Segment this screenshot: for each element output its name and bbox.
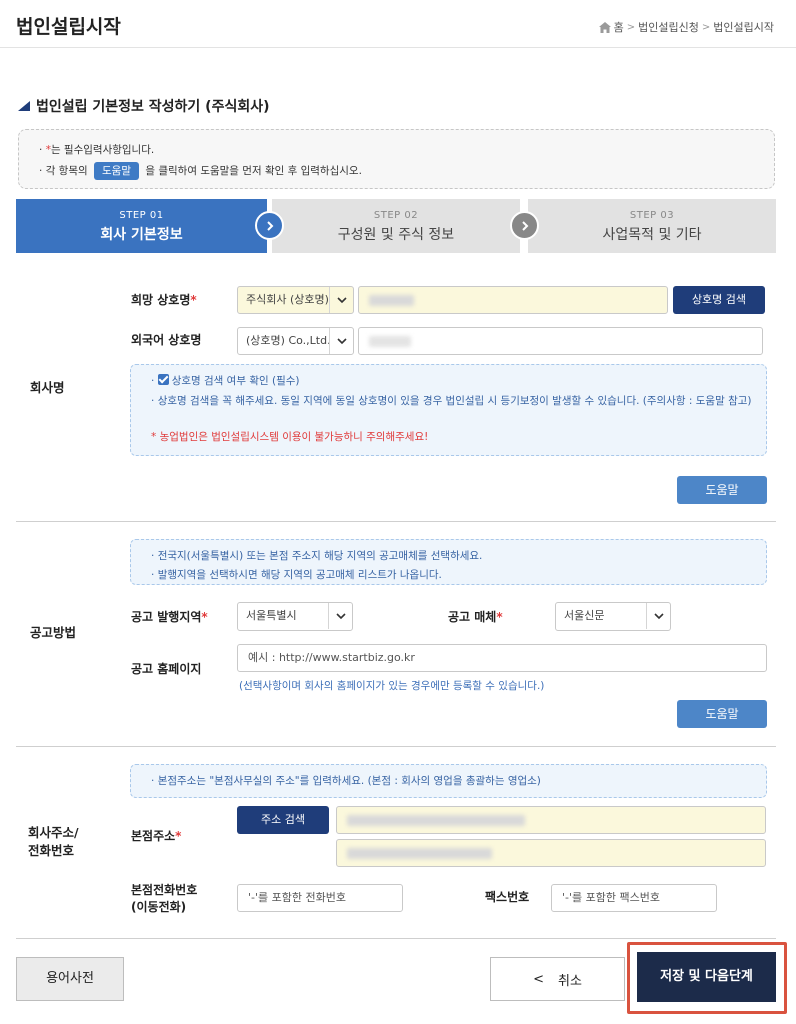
step-arrow-icon [255, 211, 284, 240]
breadcrumb-home[interactable]: 홈 [614, 19, 624, 35]
breadcrumb: 홈 > 법인설립신청 > 법인설립시작 [598, 19, 774, 35]
notice-line-help: · 각 항목의 도움말 을 클릭하여 도움말을 먼저 확인 후 입력하십시오. [39, 161, 774, 182]
redacted-text [347, 815, 525, 826]
redacted-text [369, 336, 411, 347]
section-announcement: 공고방법 · 전국지(서울특별시) 또는 본점 주소지 해당 지역의 공고매체를… [16, 521, 776, 746]
step-arrow-icon [510, 211, 539, 240]
label-region: 공고 발행지역* [131, 610, 208, 624]
label-foreign-name: 외국어 상호명 [131, 333, 202, 347]
section-label-address: 회사주소/ 전화번호 [28, 825, 79, 858]
step-progress: STEP 01 회사 기본정보 STEP 02 구성원 및 주식 정보 STEP… [16, 199, 776, 253]
section-label-company-name: 회사명 [30, 380, 65, 395]
desired-name-type-select[interactable]: 주식회사 (상호명) [237, 286, 354, 314]
redacted-text [369, 295, 414, 306]
desired-name-input[interactable] [358, 286, 668, 314]
address-info-box: · 본점주소는 "본점사무실의 주소"를 입력하세요. (본점 : 회사의 영업… [130, 764, 767, 798]
chevron-right-icon: > [701, 21, 711, 33]
label-media: 공고 매체* [448, 610, 503, 624]
notice-line-required: · *는 필수입력사항입니다. [39, 144, 155, 156]
chevron-down-icon [329, 328, 353, 354]
help-button-announcement[interactable]: 도움말 [677, 700, 767, 728]
name-search-button[interactable]: 상호명 검색 [673, 286, 765, 314]
section-company-name: 회사명 희망 상호명* 주식회사 (상호명) 상호명 검색 외국어 상호명 (상… [16, 265, 776, 521]
section-heading-text: 법인설립 기본정보 작성하기 (주식회사) [36, 99, 270, 115]
cancel-button[interactable]: < 취소 [490, 957, 625, 1001]
dictionary-button[interactable]: 용어사전 [16, 957, 124, 1001]
chevron-down-icon [646, 603, 670, 629]
step-2: STEP 02 구성원 및 주식 정보 [272, 199, 520, 253]
home-icon[interactable] [598, 21, 611, 33]
company-name-info-box: · 상호명 검색 여부 확인 (필수) · 상호명 검색을 꼭 해주세요. 동일… [130, 364, 767, 456]
page-title: 법인설립시작 [16, 16, 121, 38]
chevron-left-icon: < [533, 971, 544, 987]
save-next-button[interactable]: 저장 및 다음단계 [637, 952, 776, 1002]
section-address: 회사주소/ 전화번호 · 본점주소는 "본점사무실의 주소"를 입력하세요. (… [16, 746, 776, 938]
foreign-name-input[interactable] [358, 327, 763, 355]
homepage-hint: (선택사항이며 회사의 홈페이지가 있는 경우에만 등록할 수 있습니다.) [239, 680, 545, 692]
label-homepage: 공고 홈페이지 [131, 662, 202, 676]
top-bar: 법인설립시작 홈 > 법인설립신청 > 법인설립시작 [0, 0, 796, 48]
step-1: STEP 01 회사 기본정보 [16, 199, 267, 253]
notice-box: · *는 필수입력사항입니다. · 각 항목의 도움말 을 클릭하여 도움말을 … [18, 129, 775, 189]
breadcrumb-apply[interactable]: 법인설립신청 [638, 19, 699, 35]
help-chip: 도움말 [94, 162, 139, 180]
chevron-down-icon [328, 603, 352, 629]
address-search-button[interactable]: 주소 검색 [237, 806, 329, 834]
homepage-input[interactable]: 예시 : http://www.startbiz.go.kr [237, 644, 767, 672]
slash-marker-icon [18, 101, 30, 111]
checkbox-checked-icon[interactable] [157, 374, 169, 385]
redacted-text [347, 848, 492, 859]
label-phone: 본점전화번호 (이동전화) [131, 883, 198, 914]
breadcrumb-current: 법인설립시작 [713, 21, 774, 34]
fax-input[interactable]: '-'를 포함한 팩스번호 [551, 884, 717, 912]
divider [16, 938, 776, 939]
label-desired-name: 희망 상호명* [131, 293, 197, 307]
section-heading: 법인설립 기본정보 작성하기 (주식회사) [18, 96, 270, 116]
address-line1-input[interactable] [336, 806, 766, 834]
media-select[interactable]: 서울신문 [555, 602, 671, 631]
chevron-right-icon: > [626, 21, 636, 33]
help-button-company-name[interactable]: 도움말 [677, 476, 767, 504]
section-label-announcement: 공고방법 [30, 625, 77, 640]
label-main-address: 본점주소* [131, 829, 182, 843]
announcement-info-box: · 전국지(서울특별시) 또는 본점 주소지 해당 지역의 공고매체를 선택하세… [130, 539, 767, 585]
chevron-down-icon [329, 287, 353, 313]
label-fax: 팩스번호 [485, 890, 530, 904]
region-select[interactable]: 서울특별시 [237, 602, 353, 631]
foreign-name-type-select[interactable]: (상호명) Co.,Ltd. [237, 327, 354, 355]
phone-input[interactable]: '-'를 포함한 전화번호 [237, 884, 403, 912]
step-3: STEP 03 사업목적 및 기타 [528, 199, 776, 253]
address-line2-input[interactable] [336, 839, 766, 867]
